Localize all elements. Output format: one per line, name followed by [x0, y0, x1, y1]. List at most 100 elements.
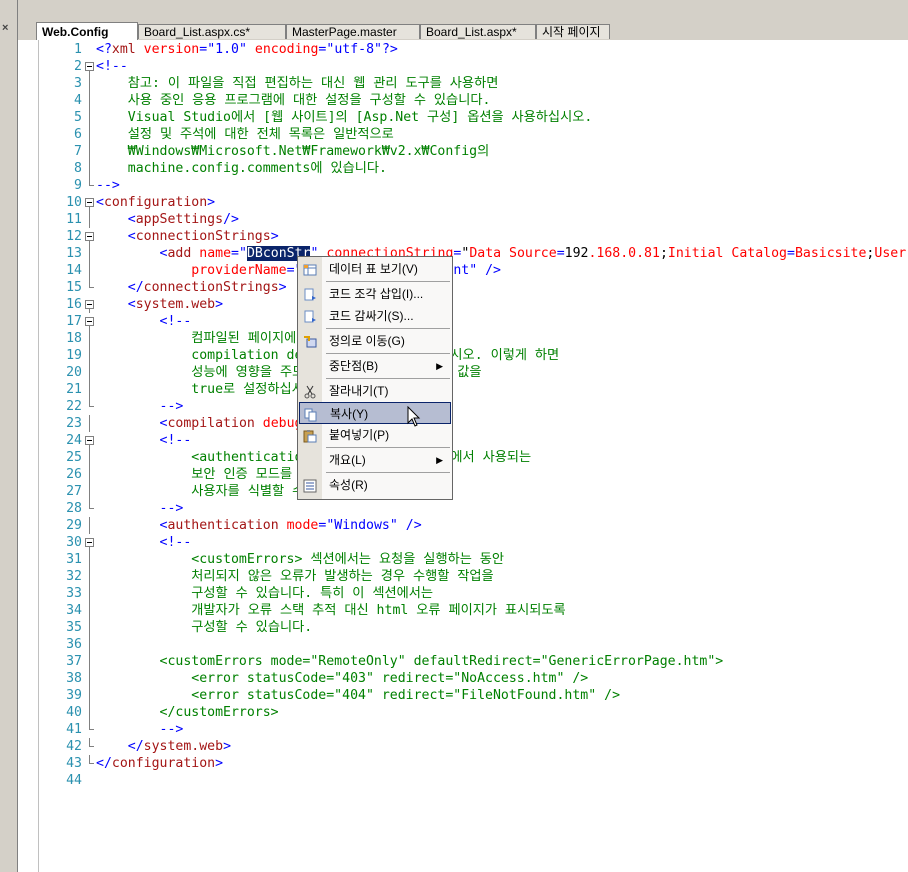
line-number: 8	[74, 161, 82, 176]
code-line[interactable]: 5 Visual Studio에서 [웹 사이트]의 [Asp.Net 구성] …	[18, 109, 908, 126]
line-number: 28	[66, 501, 82, 516]
outline-end	[89, 729, 94, 730]
menu-item-10[interactable]: 복사(Y)	[299, 402, 451, 424]
code-line[interactable]: 31 <customErrors> 섹션에서는 요청을 실행하는 동안	[18, 551, 908, 568]
code-line[interactable]: 13 <add name="DBconStr" connectionString…	[18, 245, 908, 262]
code-line[interactable]: 18 컴파일된 페이지에 디버깅 기호를 삽입하려면	[18, 330, 908, 347]
code-line[interactable]: 3 참고: 이 파일을 직접 편집하는 대신 웹 관리 도구를 사용하면	[18, 75, 908, 92]
menu-separator	[326, 472, 450, 473]
code-line[interactable]: 29 <authentication mode="Windows" />	[18, 517, 908, 534]
tab-2[interactable]: MasterPage.master	[286, 24, 420, 39]
surround-with-icon	[303, 309, 317, 323]
code-line[interactable]: 37 <customErrors mode="RemoteOnly" defau…	[18, 653, 908, 670]
code-line[interactable]: 42 </system.web>	[18, 738, 908, 755]
code-line[interactable]: 26 보안 인증 모드를 구성하여 들어오는	[18, 466, 908, 483]
code-line[interactable]: 11 <appSettings/>	[18, 211, 908, 228]
menu-item-7[interactable]: 중단점(B) ▶	[299, 355, 451, 377]
menu-item-15[interactable]: 속성(R)	[299, 474, 451, 496]
code-line[interactable]: 39 <error statusCode="404" redirect="Fil…	[18, 687, 908, 704]
menu-item-2[interactable]: 코드 조각 삽입(I)...	[299, 283, 451, 305]
line-number: 19	[66, 348, 82, 363]
close-icon[interactable]: ×	[2, 22, 8, 34]
code-text: <customErrors mode="RemoteOnly" defaultR…	[96, 654, 724, 669]
outline-margin	[84, 364, 96, 381]
menu-item-3[interactable]: 코드 감싸기(S)...	[299, 305, 451, 327]
code-text: 참고: 이 파일을 직접 편집하는 대신 웹 관리 도구를 사용하면	[96, 76, 499, 91]
code-text: <customErrors> 섹션에서는 요청을 실행하는 동안	[96, 552, 505, 567]
tab-0[interactable]: Web.Config	[36, 22, 138, 40]
menu-item-0[interactable]: 데이터 표 보기(V)	[299, 258, 451, 280]
code-line[interactable]: 38 <error statusCode="403" redirect="NoA…	[18, 670, 908, 687]
code-line[interactable]: 34 개발자가 오류 스택 추적 대신 html 오류 페이지가 표시되도록	[18, 602, 908, 619]
code-line[interactable]: 36	[18, 636, 908, 653]
outline-guide	[89, 687, 90, 704]
code-line[interactable]: 30 <!--	[18, 534, 908, 551]
code-line[interactable]: 44	[18, 772, 908, 789]
code-line[interactable]: 22 -->	[18, 398, 908, 415]
collapse-icon[interactable]	[85, 436, 94, 445]
line-number: 36	[66, 637, 82, 652]
outline-margin	[84, 636, 96, 653]
collapse-icon[interactable]	[85, 538, 94, 547]
code-line[interactable]: 15 </connectionStrings>	[18, 279, 908, 296]
menu-item-9[interactable]: 잘라내기(T)	[299, 380, 451, 402]
outline-guide	[89, 568, 90, 585]
code-line[interactable]: 33 구성할 수 있습니다. 특히 이 섹션에서는	[18, 585, 908, 602]
code-line[interactable]: 17 <!--	[18, 313, 908, 330]
code-line[interactable]: 25 <authentication> 섹션에서는 ASP.NET에서 사용되는	[18, 449, 908, 466]
outline-margin	[84, 211, 96, 228]
code-line[interactable]: 6 설정 및 주석에 대한 전체 목록은 일반적으로	[18, 126, 908, 143]
code-line[interactable]: 24 <!--	[18, 432, 908, 449]
code-line[interactable]: 43 </configuration>	[18, 755, 908, 772]
outline-margin	[84, 534, 96, 551]
code-line[interactable]: 7 ₩Windows₩Microsoft.Net₩Framework₩v2.x₩…	[18, 143, 908, 160]
code-line[interactable]: 27 사용자를 식별할 수 있습니다.	[18, 483, 908, 500]
code-text: <error statusCode="403" redirect="NoAcce…	[96, 671, 589, 686]
outline-guide	[89, 211, 90, 228]
collapse-icon[interactable]	[85, 317, 94, 326]
outline-guide	[89, 262, 90, 279]
outline-guide	[89, 347, 90, 364]
outline-margin	[84, 432, 96, 449]
code-line[interactable]: 4 사용 중인 응용 프로그램에 대한 설정을 구성할 수 있습니다.	[18, 92, 908, 109]
properties-icon	[303, 478, 317, 493]
code-line[interactable]: 21 true로 설정하십시오.	[18, 381, 908, 398]
code-line[interactable]: 1 <?xml version="1.0" encoding="utf-8"?>	[18, 41, 908, 58]
code-editor[interactable]: 1 <?xml version="1.0" encoding="utf-8"?> 2…	[18, 40, 908, 872]
line-number: 29	[66, 518, 82, 533]
collapse-icon[interactable]	[85, 198, 94, 207]
code-line[interactable]: 2 <!--	[18, 58, 908, 75]
code-line[interactable]: 8 machine.config.comments에 있습니다.	[18, 160, 908, 177]
code-text: <connectionStrings>	[127, 229, 279, 244]
code-line[interactable]: 35 구성할 수 있습니다.	[18, 619, 908, 636]
collapse-icon[interactable]	[85, 62, 94, 71]
menu-item-13[interactable]: 개요(L) ▶	[299, 449, 451, 471]
line-number: 17	[66, 314, 82, 329]
code-line[interactable]: 12 <connectionStrings>	[18, 228, 908, 245]
tab-3[interactable]: Board_List.aspx*	[420, 24, 536, 39]
code-line[interactable]: 28 -->	[18, 500, 908, 517]
menu-item-11[interactable]: 붙여넣기(P)	[299, 424, 451, 446]
code-line[interactable]: 16 <system.web>	[18, 296, 908, 313]
code-text: <configuration>	[96, 195, 216, 210]
code-line[interactable]: 32 처리되지 않은 오류가 발생하는 경우 수행할 작업을	[18, 568, 908, 585]
line-number: 4	[74, 93, 82, 108]
code-line[interactable]: 14 providerName="System.Data.SqlClient" …	[18, 262, 908, 279]
line-number: 11	[66, 212, 82, 227]
code-line[interactable]: 10 <configuration>	[18, 194, 908, 211]
code-line[interactable]: 41 -->	[18, 721, 908, 738]
code-line[interactable]: 23 <compilation debug="true"/>	[18, 415, 908, 432]
menu-item-5[interactable]: 정의로 이동(G)	[299, 330, 451, 352]
tab-4[interactable]: 시작 페이지	[536, 24, 610, 39]
context-menu: 데이터 표 보기(V) 코드 조각 삽입(I)... 코드 감싸기(S)... 정의로…	[297, 256, 453, 500]
code-line[interactable]: 9 -->	[18, 177, 908, 194]
menu-separator	[326, 447, 450, 448]
outline-margin	[84, 687, 96, 704]
code-line[interactable]: 19 compilation debug="true"로 설정하십시오. 이렇게…	[18, 347, 908, 364]
collapse-icon[interactable]	[85, 300, 94, 309]
tab-1[interactable]: Board_List.aspx.cs*	[138, 24, 286, 39]
code-line[interactable]: 40 </customErrors>	[18, 704, 908, 721]
code-line[interactable]: 20 성능에 영향을 주므로 개발하는 동안에만 이 값을	[18, 364, 908, 381]
line-number: 21	[66, 382, 82, 397]
collapse-icon[interactable]	[85, 232, 94, 241]
